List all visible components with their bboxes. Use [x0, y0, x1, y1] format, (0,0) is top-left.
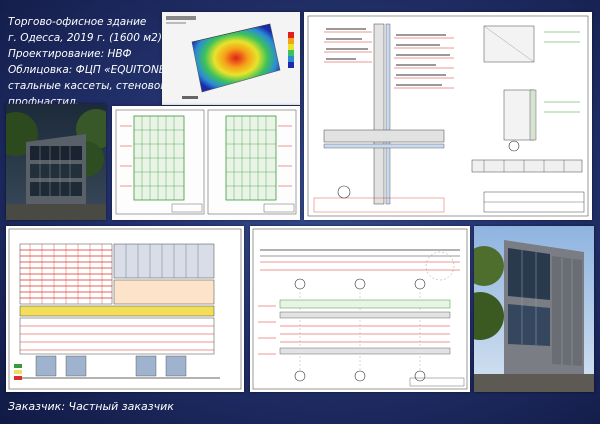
- floor-plan-section-drawing: [250, 226, 470, 392]
- building-photo-right: [474, 226, 594, 392]
- facade-elevation-drawings: [112, 106, 300, 220]
- project-title-line-2: г. Одесса, 2019 г. (1600 м2): [8, 32, 162, 44]
- project-info: Торгово-офисное здание г. Одесса, 2019 г…: [8, 14, 176, 110]
- client-line: Заказчик: Частный заказчик: [8, 400, 174, 413]
- thermal-analysis-image: [162, 12, 300, 105]
- cladding-line-1: Облицовка: ФЦП «EQUITONE»,: [8, 64, 176, 76]
- project-title-line-1: Торгово-офисное здание: [8, 16, 147, 28]
- building-photo-left: [6, 104, 106, 220]
- cladding-line-2: стальные кассеты, стеновой: [8, 80, 168, 92]
- presentation-board: Торгово-офисное здание г. Одесса, 2019 г…: [0, 0, 600, 424]
- designer-line: Проектирование: НВФ: [8, 48, 132, 60]
- facade-color-scheme-drawing: [6, 226, 244, 392]
- cladding-details-drawing: [304, 12, 592, 220]
